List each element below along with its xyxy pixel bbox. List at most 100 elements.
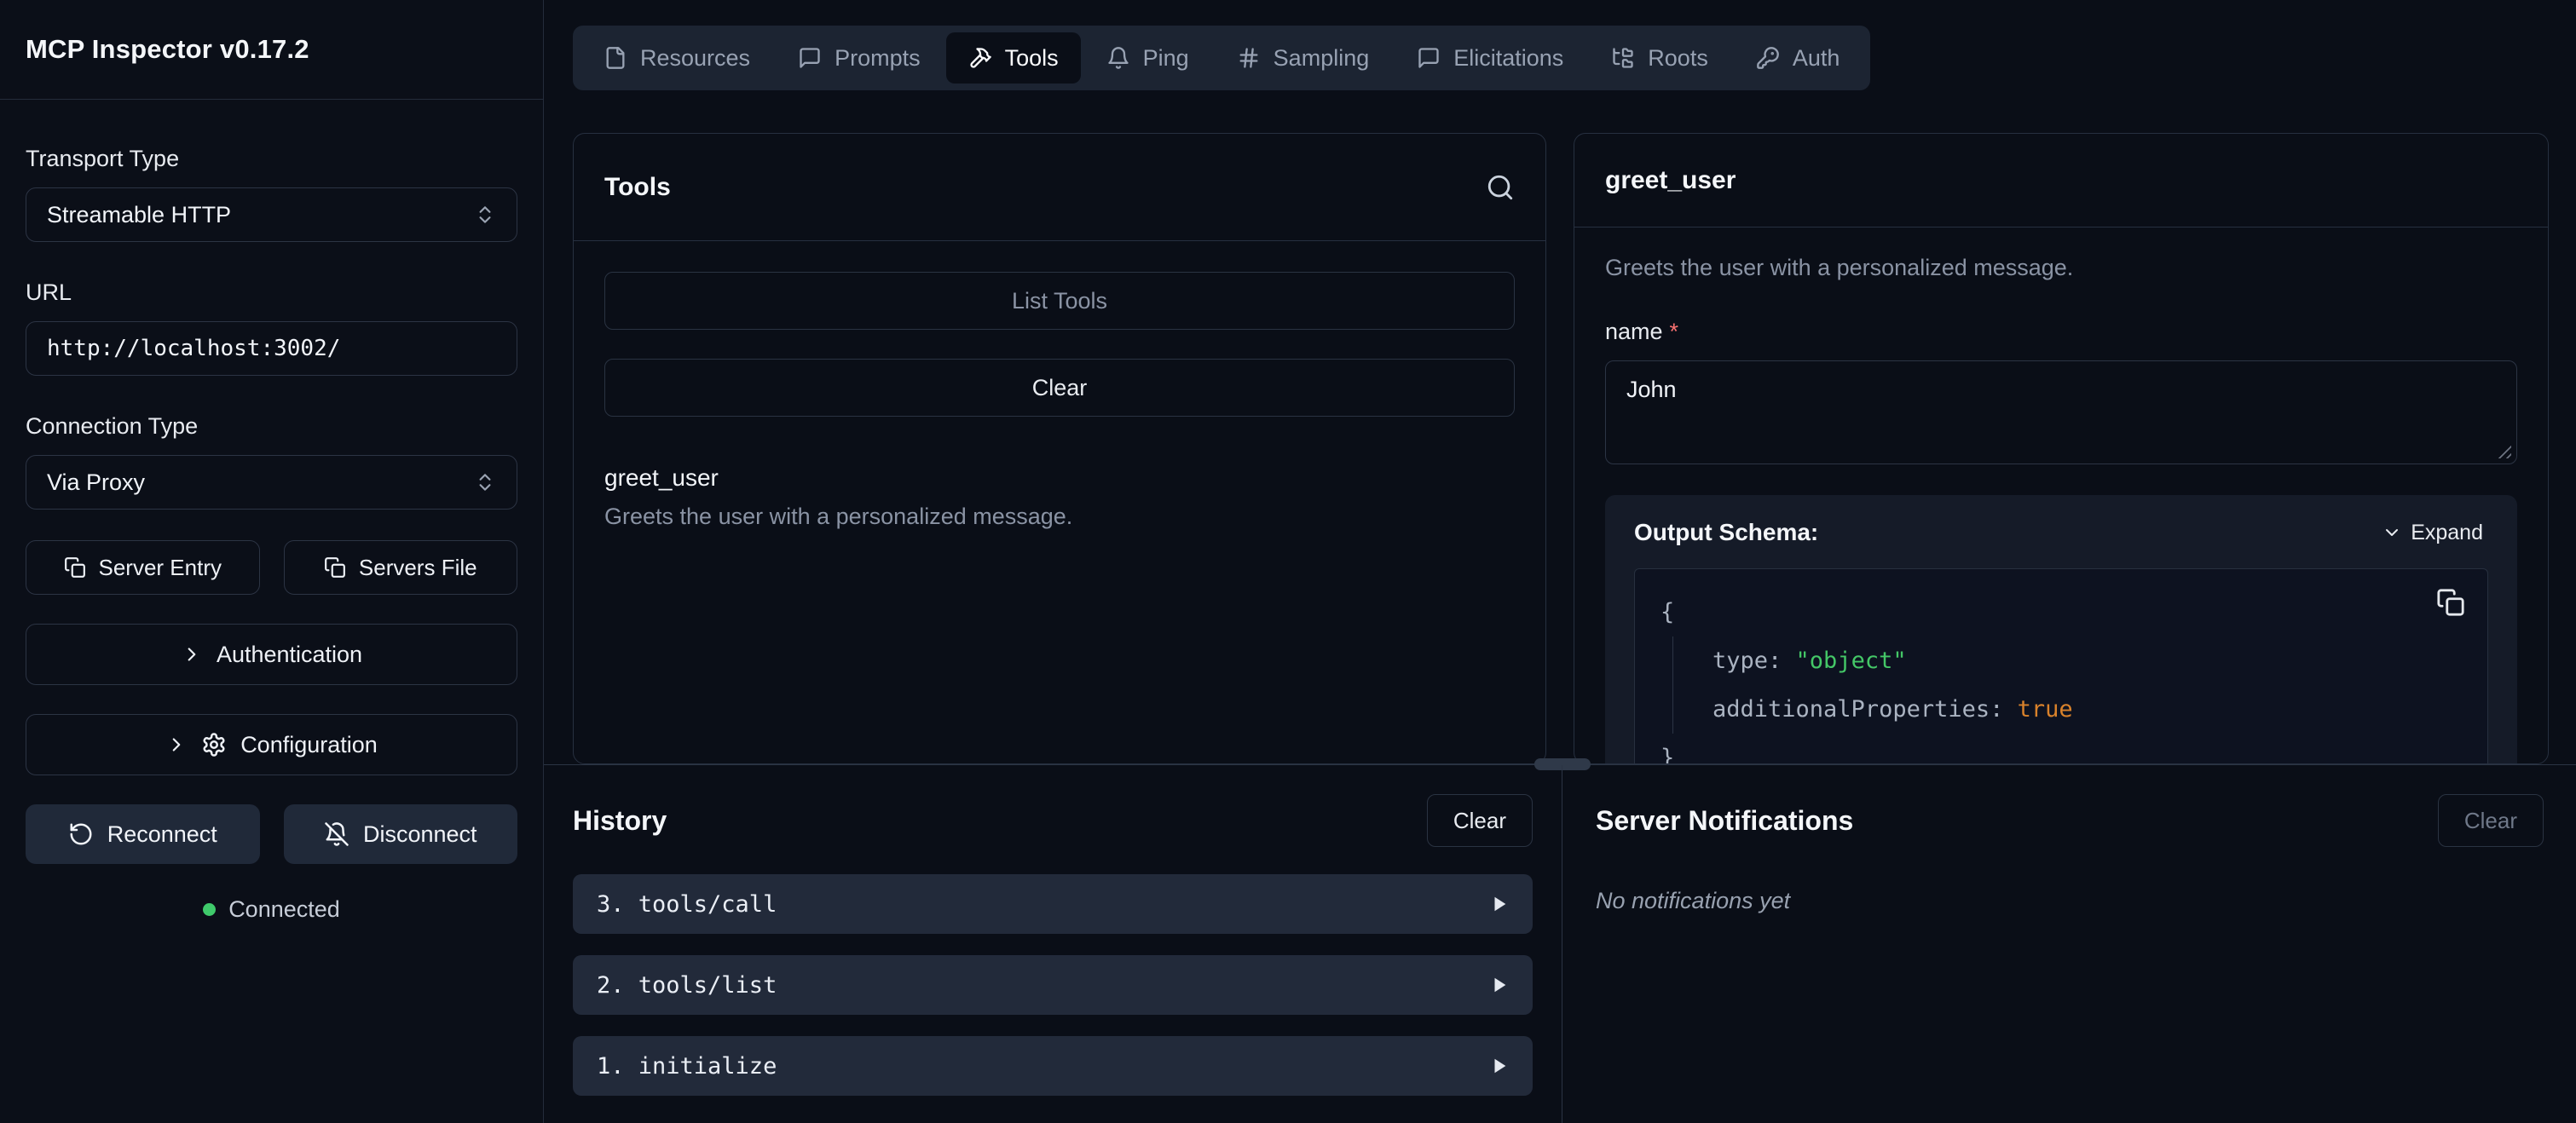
list-tools-button[interactable]: List Tools (604, 272, 1515, 330)
notifications-clear-button[interactable]: Clear (2438, 794, 2544, 847)
schema-code-block: { type: "object" additionalProperties: t… (1634, 568, 2488, 764)
transport-type-label: Transport Type (26, 146, 517, 172)
app-title: MCP Inspector v0.17.2 (26, 34, 309, 65)
tab-label: Tools (1005, 45, 1059, 72)
server-entry-button[interactable]: Server Entry (26, 540, 260, 595)
expand-label: Expand (2411, 521, 2483, 545)
transport-type-value: Streamable HTTP (47, 202, 231, 228)
main-area: Resources Prompts Tools Ping Sampling El… (544, 0, 2576, 1123)
disconnect-button[interactable]: Disconnect (284, 804, 518, 864)
play-icon (1490, 895, 1509, 913)
app-window: MCP Inspector v0.17.2 Transport Type Str… (0, 0, 2576, 1123)
hammer-icon (968, 46, 992, 70)
code-open-brace: { (1661, 588, 2462, 636)
servers-file-button[interactable]: Servers File (284, 540, 518, 595)
code-line-type: type: "object" (1713, 636, 2462, 685)
chevron-down-icon (2382, 522, 2402, 543)
history-item-label: 1. initialize (597, 1053, 777, 1080)
copy-icon (324, 556, 346, 579)
folder-tree-icon (1611, 46, 1635, 70)
tabbar: Resources Prompts Tools Ping Sampling El… (573, 26, 1870, 90)
history-item-label: 2. tools/list (597, 972, 777, 999)
copy-icon (64, 556, 86, 579)
servers-file-label: Servers File (359, 555, 477, 581)
reconnect-button[interactable]: Reconnect (26, 804, 260, 864)
rotate-ccw-icon (68, 821, 94, 847)
history-item[interactable]: 3. tools/call (573, 874, 1533, 934)
sidebar-body: Transport Type Streamable HTTP URL http:… (0, 100, 543, 923)
url-input[interactable]: http://localhost:3002/ (26, 321, 517, 376)
bottom-region: History Clear 3. tools/call 2. tools/lis… (544, 764, 2576, 1123)
tab-tools[interactable]: Tools (946, 32, 1081, 84)
history-clear-button[interactable]: Clear (1427, 794, 1533, 847)
url-value: http://localhost:3002/ (47, 336, 340, 361)
detail-description: Greets the user with a personalized mess… (1605, 255, 2517, 281)
tab-label: Elicitations (1453, 45, 1563, 72)
disconnect-label: Disconnect (363, 821, 477, 848)
tool-list-item[interactable]: greet_user Greets the user with a person… (604, 464, 1515, 530)
expand-toggle[interactable]: Expand (2377, 520, 2488, 546)
output-schema-label: Output Schema: (1634, 519, 1818, 546)
name-field-label: name (1605, 319, 1663, 344)
message-square-icon (1417, 46, 1441, 70)
history-title: History (573, 805, 667, 837)
tab-auth[interactable]: Auth (1734, 32, 1863, 84)
notifications-title: Server Notifications (1596, 805, 1853, 837)
url-label: URL (26, 279, 517, 306)
tool-detail-panel: greet_user Greets the user with a person… (1574, 133, 2549, 764)
required-asterisk: * (1670, 319, 1679, 344)
tab-label: Roots (1648, 45, 1708, 72)
chevrons-up-down-icon (474, 204, 496, 226)
tab-prompts[interactable]: Prompts (776, 32, 943, 84)
detail-title: greet_user (1605, 166, 1736, 195)
tab-label: Prompts (835, 45, 921, 72)
file-icon (604, 46, 627, 70)
history-panel: History Clear 3. tools/call 2. tools/lis… (544, 765, 1562, 1123)
output-schema-card: Output Schema: Expand { type: "object" (1605, 495, 2517, 764)
authentication-label: Authentication (217, 642, 362, 668)
chevrons-up-down-icon (474, 471, 496, 493)
resize-handle[interactable] (2496, 443, 2511, 458)
sidebar-header: MCP Inspector v0.17.2 (0, 0, 543, 100)
code-line-additional: additionalProperties: true (1713, 685, 2462, 734)
name-textarea-value: John (1626, 377, 1677, 402)
history-item-label: 3. tools/call (597, 891, 777, 918)
name-textarea[interactable]: John (1605, 360, 2517, 464)
bell-icon (1106, 46, 1130, 70)
transport-type-select[interactable]: Streamable HTTP (26, 187, 517, 242)
tab-roots[interactable]: Roots (1589, 32, 1730, 84)
tab-resources[interactable]: Resources (581, 32, 772, 84)
copy-button[interactable] (2436, 588, 2465, 617)
chevron-right-icon (181, 643, 203, 665)
clear-tools-button[interactable]: Clear (604, 359, 1515, 417)
configuration-button[interactable]: Configuration (26, 714, 517, 775)
chevron-right-icon (165, 734, 188, 756)
message-square-icon (798, 46, 822, 70)
empty-state-text: No notifications yet (1596, 888, 2544, 914)
bell-off-icon (324, 821, 349, 847)
connection-type-label: Connection Type (26, 413, 517, 440)
search-icon[interactable] (1486, 173, 1515, 202)
connection-type-value: Via Proxy (47, 469, 145, 496)
history-item[interactable]: 2. tools/list (573, 955, 1533, 1015)
tools-panel-title: Tools (604, 173, 671, 202)
tab-sampling[interactable]: Sampling (1215, 32, 1392, 84)
connection-status: Connected (26, 896, 517, 923)
connection-type-select[interactable]: Via Proxy (26, 455, 517, 510)
tab-elicitations[interactable]: Elicitations (1395, 32, 1585, 84)
tab-label: Sampling (1274, 45, 1370, 72)
gear-icon (201, 732, 227, 757)
tool-description: Greets the user with a personalized mess… (604, 504, 1515, 530)
tools-panel: Tools List Tools Clear greet_user Greets… (573, 133, 1546, 764)
play-icon (1490, 1057, 1509, 1075)
authentication-button[interactable]: Authentication (26, 624, 517, 685)
tool-name: greet_user (604, 464, 1515, 492)
status-text: Connected (228, 896, 340, 923)
hash-icon (1237, 46, 1261, 70)
play-icon (1490, 976, 1509, 994)
tab-ping[interactable]: Ping (1084, 32, 1211, 84)
status-dot (203, 903, 216, 916)
tab-label: Auth (1793, 45, 1840, 72)
history-item[interactable]: 1. initialize (573, 1036, 1533, 1096)
key-icon (1756, 46, 1780, 70)
